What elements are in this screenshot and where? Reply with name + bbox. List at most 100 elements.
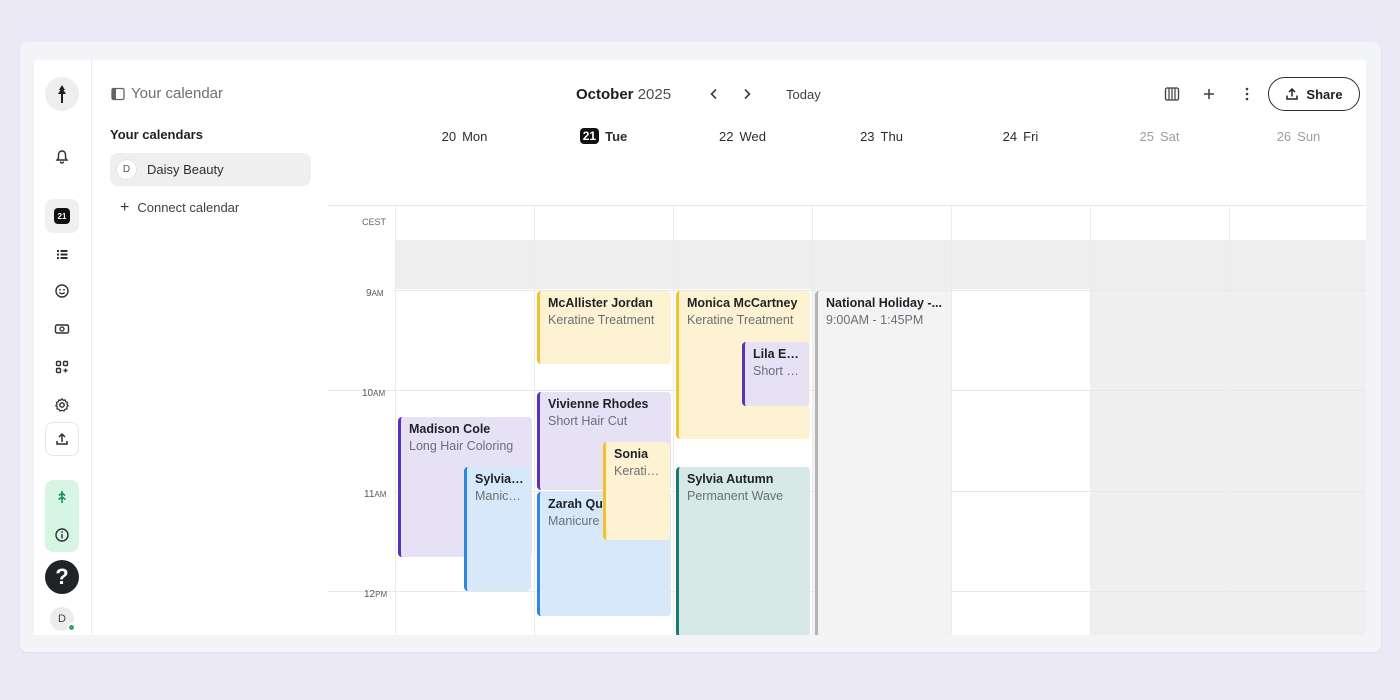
event-title: Sylvia Autumn <box>475 472 525 486</box>
more-vertical-icon <box>1245 87 1249 101</box>
day-name: Fri <box>1023 128 1039 144</box>
event-title: Vivienne Rhodes <box>548 397 649 411</box>
day-name: Sat <box>1159 128 1180 144</box>
tree-icon[interactable] <box>45 480 79 514</box>
header-divider <box>328 205 1366 206</box>
day-header-tue[interactable]: 21 Tue <box>534 125 673 147</box>
prev-week-button[interactable] <box>704 84 724 104</box>
event-title: Lila Evans <box>753 347 803 361</box>
upload-icon <box>1286 87 1299 100</box>
plus-icon: + <box>120 199 130 216</box>
sidebar-toggle[interactable]: Your calendar <box>111 85 223 102</box>
sidebar-header-label: Your calendar <box>131 85 224 102</box>
event-subtitle: Manicure <box>475 489 525 503</box>
day-number: 26 <box>1276 128 1292 144</box>
view-toggle-button[interactable] <box>1160 82 1184 106</box>
event-subtitle: Keratine Treatment <box>548 313 655 327</box>
event-title: National Holiday -... <box>826 296 942 310</box>
event-title: Monica McCartney <box>687 296 798 310</box>
more-options-button[interactable] <box>1235 82 1259 106</box>
sidebar-panel-icon <box>111 87 125 100</box>
calendar-icon[interactable]: 21 <box>45 199 79 233</box>
chevron-left-icon <box>710 88 717 100</box>
share-button[interactable]: Share <box>1268 77 1360 111</box>
calendar-sidebar: Your calendar Your calendars D Daisy Bea… <box>92 60 328 635</box>
day-header-wed[interactable]: 22 Wed <box>673 125 812 147</box>
event-sylvia-autumn-manicure[interactable]: Sylvia Autumn Manicure <box>464 467 531 591</box>
time-label-11am: 11AM <box>364 489 387 500</box>
time-label-12pm: 12PM <box>364 589 388 600</box>
all-day-row[interactable] <box>395 240 1366 289</box>
column-divider <box>1229 205 1230 635</box>
calendar-item-daisy-beauty[interactable]: D Daisy Beauty <box>110 153 311 186</box>
column-divider <box>951 205 952 635</box>
calendar-avatar: D <box>116 159 137 180</box>
connect-calendar-label: Connect calendar <box>137 200 240 215</box>
today-day-number: 21 <box>579 128 600 144</box>
day-header-thu[interactable]: 23 Thu <box>812 125 951 147</box>
day-number: 22 <box>719 128 734 144</box>
time-label-9am: 9AM <box>366 288 384 299</box>
money-icon[interactable] <box>45 312 79 346</box>
day-number: 24 <box>1002 128 1018 144</box>
day-header-mon[interactable]: 20 Mon <box>395 125 534 147</box>
event-title: McAllister Jordan <box>548 296 653 310</box>
event-subtitle: Keratine Treatment <box>687 313 794 327</box>
upload-icon[interactable] <box>45 422 79 456</box>
event-national-holiday[interactable]: National Holiday -... 9:00AM - 1:45PM <box>815 291 949 635</box>
event-subtitle: Permanent Wave <box>687 489 784 503</box>
event-subtitle: Long Hair Coloring <box>409 439 514 453</box>
smile-icon[interactable] <box>45 274 79 308</box>
column-divider <box>534 205 535 635</box>
event-sylvia-autumn-perm[interactable]: Sylvia Autumn Permanent Wave <box>676 467 810 635</box>
today-button[interactable]: Today <box>786 87 821 102</box>
info-icon[interactable] <box>45 518 79 552</box>
share-label: Share <box>1306 86 1343 102</box>
tree-logo-icon[interactable] <box>45 77 79 111</box>
day-name: Thu <box>880 128 903 144</box>
icon-rail: 21 ? D <box>34 60 92 635</box>
chevron-right-icon <box>744 88 751 100</box>
bell-icon[interactable] <box>45 140 79 174</box>
calendar-app: 21 ? D Your calendar Your calendars D Da… <box>34 60 1366 635</box>
plus-icon <box>1204 89 1214 99</box>
day-name: Wed <box>739 128 766 144</box>
connect-calendar-button[interactable]: + Connect calendar <box>120 199 240 216</box>
day-header-sat[interactable]: 25 Sat <box>1090 125 1229 147</box>
event-lila-evans[interactable]: Lila Evans Short Hair Cut <box>742 342 809 406</box>
day-header-sun[interactable]: 26 Sun <box>1229 125 1366 147</box>
column-divider <box>673 205 674 635</box>
event-title: Sylvia Autumn <box>687 472 774 486</box>
event-sonia[interactable]: Sonia Keratine Treatment <box>603 442 670 540</box>
event-mcallister-jordan[interactable]: McAllister Jordan Keratine Treatment <box>537 291 671 364</box>
column-divider <box>1090 205 1091 635</box>
weekend-shade <box>1090 289 1366 635</box>
column-divider <box>395 205 396 635</box>
help-icon[interactable]: ? <box>45 560 79 594</box>
day-header-fri[interactable]: 24 Fri <box>951 125 1090 147</box>
apps-icon[interactable] <box>45 350 79 384</box>
list-icon[interactable] <box>45 237 79 271</box>
calendar-badge: 21 <box>54 208 70 224</box>
calendar-name: Daisy Beauty <box>147 162 224 177</box>
month-year-label: October 2025 <box>576 86 671 103</box>
event-title: Sonia <box>614 447 649 461</box>
columns-icon <box>1164 87 1180 101</box>
settings-icon[interactable] <box>45 388 79 422</box>
event-subtitle: Short Hair Cut <box>548 414 628 428</box>
day-number: 25 <box>1139 128 1154 144</box>
year-label: 2025 <box>637 86 672 103</box>
time-label-10am: 10AM <box>362 388 386 399</box>
month-label: October <box>576 86 634 103</box>
event-subtitle: Short Hair Cut <box>753 364 803 378</box>
event-subtitle: Keratine Treatment <box>614 464 664 478</box>
day-number: 20 <box>441 128 457 144</box>
add-event-button[interactable] <box>1197 82 1221 106</box>
event-time-range: 9:00AM - 1:45PM <box>826 313 924 327</box>
timezone-label: CEST <box>362 217 387 227</box>
column-divider <box>812 205 813 635</box>
day-number: 23 <box>860 128 875 144</box>
day-name: Tue <box>605 128 628 144</box>
next-week-button[interactable] <box>737 84 757 104</box>
day-name: Mon <box>462 128 488 144</box>
